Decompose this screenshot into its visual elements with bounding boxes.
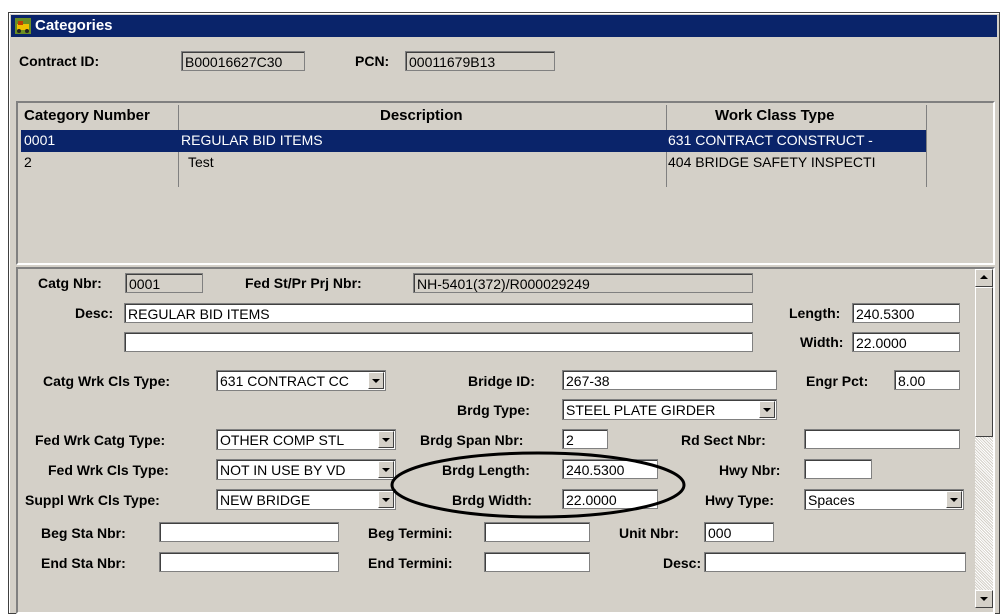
bridge-id-field[interactable]: 267-38 [562,370,777,390]
desc-bottom-field[interactable] [704,552,966,572]
desc-field[interactable]: REGULAR BID ITEMS [124,303,753,323]
title-bar[interactable]: Categories [11,15,997,37]
desc2-field[interactable] [124,332,753,352]
cell-number: 2 [24,154,32,170]
hwy-nbr-field[interactable] [804,459,872,479]
hwy-type-value: Spaces [808,492,855,508]
fed-wrk-catg-value: OTHER COMP STL [220,432,345,448]
catg-wrk-cls-dropdown[interactable]: 631 CONTRACT CC [216,370,386,391]
bridge-id-label: Bridge ID: [468,373,535,389]
column-header-work-class-type[interactable]: Work Class Type [715,107,835,127]
end-termini-label: End Termini: [368,555,453,571]
chevron-down-icon[interactable] [368,372,384,389]
categories-grid[interactable]: Category Number Description Work Class T… [16,101,995,265]
fed-prj-field[interactable]: NH-5401(372)/R000029249 [413,273,753,293]
beg-termini-field[interactable] [484,522,590,542]
pcn-field[interactable]: 00011679B13 [405,51,555,71]
chevron-down-icon[interactable] [378,431,394,448]
catg-wrk-cls-label: Catg Wrk Cls Type: [43,373,171,389]
column-divider [926,105,927,187]
brdg-type-value: STEEL PLATE GIRDER [566,402,716,418]
suppl-wrk-cls-label: Suppl Wrk Cls Type: [25,492,160,508]
catg-wrk-cls-value: 631 CONTRACT CC [220,373,349,389]
cell-work-class: 631 CONTRACT CONSTRUCT - [668,132,873,148]
end-sta-label: End Sta Nbr: [41,555,126,571]
cell-number: 0001 [24,132,56,148]
detail-scrollbar[interactable] [975,269,993,608]
unit-nbr-label: Unit Nbr: [619,525,679,541]
end-sta-field[interactable] [159,552,339,572]
unit-nbr-field[interactable]: 000 [704,522,774,542]
column-header-category-number[interactable]: Category Number [24,107,150,127]
engr-pct-label: Engr Pct: [806,373,869,389]
suppl-wrk-cls-dropdown[interactable]: NEW BRIDGE [216,489,396,510]
scroll-up-icon[interactable] [975,269,993,287]
fed-wrk-cls-value: NOT IN USE BY VD [220,462,346,478]
highlight-ellipse [390,451,686,519]
fed-wrk-cls-label: Fed Wrk Cls Type: [48,462,169,478]
brdg-span-label: Brdg Span Nbr: [420,432,524,448]
categories-window: Categories Contract ID: B00016627C30 PCN… [8,12,1000,614]
rd-sect-field[interactable] [804,429,960,449]
cell-description: Test [188,154,214,170]
beg-sta-label: Beg Sta Nbr: [41,525,126,541]
table-row[interactable]: 2 Test 404 BRIDGE SAFETY INSPECTI [21,152,926,174]
cell-work-class: 404 BRIDGE SAFETY INSPECTI [668,154,876,170]
brdg-span-field[interactable]: 2 [562,429,608,449]
fed-wrk-cls-dropdown[interactable]: NOT IN USE BY VD [216,459,396,480]
desc-label: Desc: [75,305,114,321]
cell-description: REGULAR BID ITEMS [181,132,323,148]
beg-sta-field[interactable] [159,522,339,542]
contract-id-label: Contract ID: [19,53,100,69]
fed-wrk-catg-label: Fed Wrk Catg Type: [35,432,166,448]
catg-nbr-label: Catg Nbr: [38,275,102,291]
chevron-down-icon[interactable] [946,491,962,508]
fed-wrk-catg-dropdown[interactable]: OTHER COMP STL [216,429,396,450]
width-field[interactable]: 22.0000 [852,332,960,352]
hwy-type-dropdown[interactable]: Spaces [804,489,964,510]
hwy-type-label: Hwy Type: [705,492,774,508]
length-label: Length: [789,305,841,321]
chevron-down-icon[interactable] [759,401,775,418]
scroll-down-icon[interactable] [975,590,993,608]
beg-termini-label: Beg Termini: [368,525,453,541]
width-label: Width: [800,334,844,350]
detail-panel: Catg Nbr: 0001 Fed St/Pr Prj Nbr: NH-540… [16,267,995,614]
pcn-label: PCN: [355,53,390,69]
length-field[interactable]: 240.5300 [852,303,960,323]
desc-bottom-label: Desc: [663,555,702,571]
window-title: Categories [35,17,113,34]
column-header-description[interactable]: Description [380,107,463,127]
brdg-type-dropdown[interactable]: STEEL PLATE GIRDER [562,399,777,420]
engr-pct-field[interactable]: 8.00 [894,370,960,390]
suppl-wrk-cls-value: NEW BRIDGE [220,492,311,508]
catg-nbr-field[interactable]: 0001 [125,273,203,293]
table-row[interactable]: 0001 REGULAR BID ITEMS 631 CONTRACT CONS… [21,130,926,152]
app-icon [15,18,31,34]
scroll-thumb[interactable] [975,287,993,437]
end-termini-field[interactable] [484,552,590,572]
brdg-type-label: Brdg Type: [457,402,530,418]
fed-prj-label: Fed St/Pr Prj Nbr: [245,275,362,291]
hwy-nbr-label: Hwy Nbr: [719,462,781,478]
contract-id-field[interactable]: B00016627C30 [181,51,305,71]
rd-sect-label: Rd Sect Nbr: [681,432,766,448]
